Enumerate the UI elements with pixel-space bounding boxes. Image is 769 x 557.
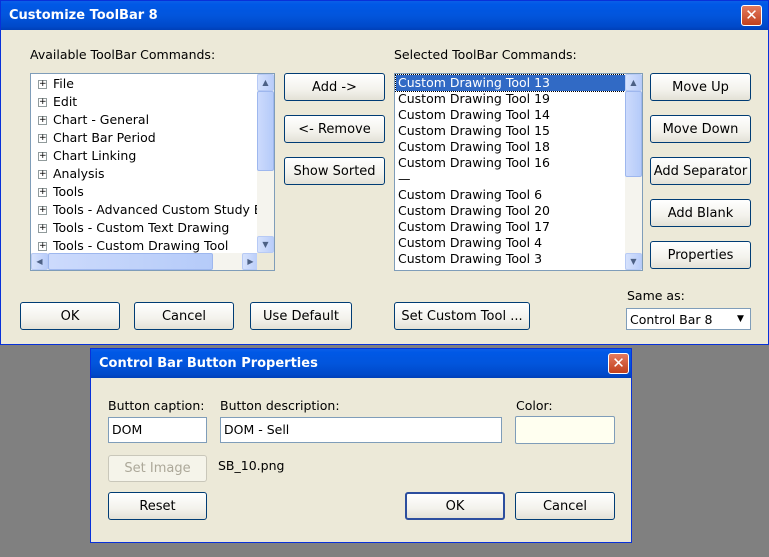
list-item[interactable]: Custom Drawing Tool 18 bbox=[396, 139, 550, 155]
color-swatch[interactable] bbox=[515, 416, 615, 444]
color-label: Color: bbox=[516, 398, 553, 413]
description-input[interactable]: DOM - Sell bbox=[220, 417, 502, 443]
tree-item[interactable]: Tools bbox=[52, 184, 84, 200]
same-as-value: Control Bar 8 bbox=[630, 312, 713, 327]
use-default-button[interactable]: Use Default bbox=[250, 302, 352, 330]
chevron-down-icon[interactable]: ▼ bbox=[732, 310, 749, 328]
expand-plus-icon[interactable]: + bbox=[38, 206, 47, 215]
list-item[interactable]: — bbox=[396, 171, 411, 187]
selected-commands-list[interactable]: Custom Drawing Tool 13 Custom Drawing Too… bbox=[394, 73, 643, 271]
available-vertical-scrollbar[interactable]: ▲ ▼ bbox=[257, 74, 274, 253]
expand-plus-icon[interactable]: + bbox=[38, 134, 47, 143]
customize-toolbar-window: Customize ToolBar 8 ✕ Available ToolBar … bbox=[0, 0, 769, 345]
properties-title-bar[interactable]: Control Bar Button Properties bbox=[91, 349, 631, 378]
add-separator-button[interactable]: Add Separator bbox=[650, 157, 751, 185]
selected-vertical-scrollbar[interactable]: ▲ ▼ bbox=[625, 74, 642, 270]
same-as-dropdown[interactable]: Control Bar 8 ▼ bbox=[626, 308, 751, 330]
properties-button[interactable]: Properties bbox=[650, 241, 751, 269]
scroll-thumb[interactable] bbox=[625, 91, 642, 177]
same-as-label: Same as: bbox=[627, 288, 685, 303]
available-commands-label: Available ToolBar Commands: bbox=[30, 47, 216, 62]
add-blank-button[interactable]: Add Blank bbox=[650, 199, 751, 227]
move-down-button[interactable]: Move Down bbox=[650, 115, 751, 143]
list-item[interactable]: Custom Drawing Tool 13 bbox=[395, 74, 628, 92]
set-image-button[interactable]: Set Image bbox=[108, 455, 207, 482]
tree-item[interactable]: Chart Bar Period bbox=[52, 130, 156, 146]
ok-button[interactable]: OK bbox=[20, 302, 120, 330]
close-icon[interactable]: ✕ bbox=[608, 353, 629, 374]
scroll-up-icon[interactable]: ▲ bbox=[625, 74, 642, 91]
caption-label: Button caption: bbox=[108, 398, 205, 413]
tree-item[interactable]: File bbox=[52, 76, 74, 92]
scroll-down-icon[interactable]: ▼ bbox=[257, 236, 274, 253]
list-item[interactable]: Custom Drawing Tool 3 bbox=[396, 251, 542, 267]
button-properties-dialog: Control Bar Button Properties ✕ Button c… bbox=[90, 348, 632, 543]
properties-cancel-button[interactable]: Cancel bbox=[515, 492, 615, 520]
list-item[interactable]: Custom Drawing Tool 19 bbox=[396, 91, 550, 107]
caption-input[interactable]: DOM bbox=[108, 417, 207, 443]
tree-item[interactable]: Tools - Custom Drawing Tool bbox=[52, 238, 228, 254]
list-item[interactable]: Custom Drawing Tool 17 bbox=[396, 219, 550, 235]
list-item[interactable]: Custom Drawing Tool 6 bbox=[396, 187, 542, 203]
move-up-button[interactable]: Move Up bbox=[650, 73, 751, 101]
close-icon[interactable]: ✕ bbox=[741, 5, 762, 26]
tree-item[interactable]: Tools - Custom Text Drawing bbox=[52, 220, 229, 236]
selected-commands-label: Selected ToolBar Commands: bbox=[394, 47, 577, 62]
description-label: Button description: bbox=[220, 398, 340, 413]
reset-button[interactable]: Reset bbox=[108, 492, 207, 520]
show-sorted-button[interactable]: Show Sorted bbox=[284, 157, 385, 185]
set-custom-tool-button[interactable]: Set Custom Tool ... bbox=[394, 302, 530, 330]
horizontal-scroll-thumb[interactable] bbox=[48, 253, 213, 270]
expand-plus-icon[interactable]: + bbox=[38, 188, 47, 197]
tree-item[interactable]: Tools - Advanced Custom Study B bbox=[52, 202, 262, 218]
scroll-corner bbox=[257, 253, 274, 270]
list-item[interactable]: Custom Drawing Tool 15 bbox=[396, 123, 550, 139]
expand-plus-icon[interactable]: + bbox=[38, 80, 47, 89]
image-filename: SB_10.png bbox=[218, 458, 285, 473]
available-commands-tree[interactable]: + File + Edit + Chart - General + Chart Bar Per… bbox=[30, 73, 275, 271]
dialog-title: Control Bar Button Properties bbox=[99, 356, 318, 371]
scroll-thumb[interactable] bbox=[257, 91, 274, 171]
customize-title-bar[interactable]: Customize ToolBar 8 bbox=[1, 1, 768, 30]
list-item[interactable]: Custom Drawing Tool 16 bbox=[396, 155, 550, 171]
cancel-button[interactable]: Cancel bbox=[134, 302, 234, 330]
expand-plus-icon[interactable]: + bbox=[38, 170, 47, 179]
expand-plus-icon[interactable]: + bbox=[38, 242, 47, 251]
scroll-left-icon[interactable]: ◀ bbox=[31, 253, 48, 270]
available-horizontal-scrollbar[interactable]: ◀ ▶ bbox=[31, 253, 259, 270]
scroll-up-icon[interactable]: ▲ bbox=[257, 74, 274, 91]
properties-ok-button[interactable]: OK bbox=[405, 492, 505, 520]
tree-item[interactable]: Edit bbox=[52, 94, 77, 110]
tree-item[interactable]: Analysis bbox=[52, 166, 105, 182]
list-item[interactable]: Custom Drawing Tool 4 bbox=[396, 235, 542, 251]
window-title: Customize ToolBar 8 bbox=[9, 8, 158, 23]
remove-button[interactable]: <- Remove bbox=[284, 115, 385, 143]
scroll-down-icon[interactable]: ▼ bbox=[625, 253, 642, 270]
expand-plus-icon[interactable]: + bbox=[38, 116, 47, 125]
list-item[interactable]: Custom Drawing Tool 14 bbox=[396, 107, 550, 123]
expand-plus-icon[interactable]: + bbox=[38, 98, 47, 107]
expand-plus-icon[interactable]: + bbox=[38, 152, 47, 161]
list-item[interactable]: Custom Drawing Tool 20 bbox=[396, 203, 550, 219]
tree-item[interactable]: Chart - General bbox=[52, 112, 149, 128]
add-button[interactable]: Add -> bbox=[284, 73, 385, 101]
expand-plus-icon[interactable]: + bbox=[38, 224, 47, 233]
tree-item[interactable]: Chart Linking bbox=[52, 148, 136, 164]
